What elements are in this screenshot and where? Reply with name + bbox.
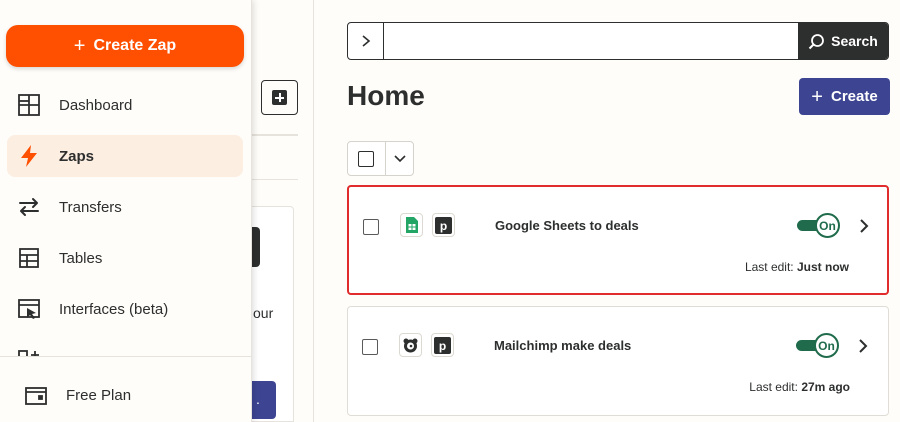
sidebar-item-transfers[interactable]: Transfers [7,186,243,228]
chevron-down-icon[interactable] [393,152,407,166]
search-icon [808,33,825,49]
divider [385,142,386,175]
pipedrive-icon: p [431,333,454,357]
chevron-right-icon[interactable] [858,338,868,354]
search-input[interactable] [385,23,799,59]
sidebar-item-label: Transfers [59,198,122,216]
sidebar-item-partial[interactable] [7,339,243,356]
expand-button[interactable] [348,23,384,59]
bulk-select [347,141,414,176]
last-edit-value: Just now [796,260,849,274]
zap-status-toggle[interactable]: On [797,213,840,238]
page-title: Home [347,80,425,111]
interfaces-icon [18,299,40,319]
chevron-right-icon[interactable] [859,218,869,234]
plus-square-icon [272,90,287,105]
card-graphic [252,227,260,267]
dashboard-icon [18,94,40,116]
sidebar: + Create Zap Dashboard Zaps Transfers Ta… [0,0,252,422]
zap-row[interactable]: p Mailchimp make deals On Last edit: 27m… [347,306,889,416]
search-button[interactable]: Search [798,23,888,59]
sidebar-item-interfaces[interactable]: Interfaces (beta) [7,288,243,330]
create-zap-button[interactable]: + Create Zap [6,25,244,67]
select-all-checkbox[interactable] [358,151,374,167]
last-edit: Last edit: Just now [745,260,849,274]
zap-checkbox[interactable] [362,339,378,355]
chevron-right-icon [361,35,370,47]
sidebar-item-dashboard[interactable]: Dashboard [7,84,243,126]
mailchimp-icon [399,333,422,357]
sidebar-item-label: Dashboard [59,96,133,114]
sidebar-divider [0,356,251,357]
plan-link[interactable]: Free Plan [14,376,244,414]
add-folder-button[interactable] [261,80,298,115]
zap-checkbox[interactable] [363,219,379,235]
last-edit-value: 27m ago [801,380,850,394]
background-card-text: our [253,305,274,321]
last-edit-label: Last edit: [744,260,794,274]
sidebar-item-label: Interfaces (beta) [59,300,169,318]
create-button[interactable]: + Create [799,78,890,115]
sidebar-item-label: Tables [59,249,103,267]
transfers-icon [19,198,39,216]
last-edit: Last edit: 27m ago [749,380,850,394]
create-button-label: Create [830,88,878,105]
zap-status-toggle[interactable]: On [796,333,839,358]
svg-text:p: p [439,339,446,353]
zap-name[interactable]: Mailchimp make deals [494,338,631,353]
search-button-label: Search [831,33,878,49]
svg-text:p: p [440,219,447,233]
wallet-icon [25,387,47,405]
tables-icon [19,248,39,268]
divider [252,134,298,136]
pipedrive-icon: p [432,213,455,237]
background-card-button[interactable]: . [252,381,276,419]
divider [252,179,298,180]
sidebar-item-zaps[interactable]: Zaps [7,135,243,177]
zap-row[interactable]: p Google Sheets to deals On Last edit: J… [347,185,889,295]
zap-icon [21,145,37,167]
plan-label: Free Plan [66,386,132,404]
google-sheets-icon [400,213,423,237]
create-zap-label: Create Zap [93,37,177,54]
sidebar-item-tables[interactable]: Tables [7,237,243,279]
sidebar-item-label: Zaps [59,147,95,165]
toggle-knob: On [814,333,839,358]
search-bar: Search [347,22,889,60]
last-edit-label: Last edit: [749,380,798,394]
plus-icon: + [811,85,823,108]
apps-icon [18,350,39,356]
plus-icon: + [73,35,86,57]
zap-name[interactable]: Google Sheets to deals [495,218,639,233]
toggle-knob: On [815,213,840,238]
